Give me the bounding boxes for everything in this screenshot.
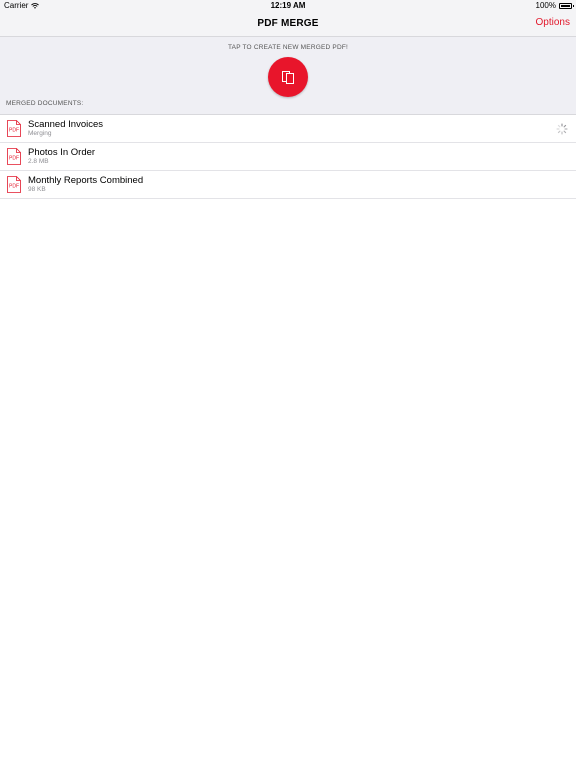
pdf-file-icon: PDF [7, 148, 21, 165]
page-title: PDF MERGE [257, 18, 319, 29]
battery-percent: 100% [535, 1, 556, 10]
document-size: 98 KB [28, 186, 46, 193]
svg-text:PDF: PDF [9, 184, 19, 190]
list-item[interactable]: PDF Scanned Invoices Merging [0, 115, 576, 143]
list-item[interactable]: PDF Photos In Order 2.8 MB [0, 143, 576, 171]
battery-icon [559, 2, 574, 9]
status-bar: Carrier 12:19 AM 100% [0, 0, 576, 12]
list-item[interactable]: PDF Monthly Reports Combined 98 KB [0, 171, 576, 199]
document-title: Scanned Invoices [28, 119, 103, 130]
pdf-file-icon: PDF [7, 176, 21, 193]
merge-documents-icon [282, 71, 294, 84]
app: Carrier 12:19 AM 100% PDF MERGE Options … [0, 0, 576, 768]
status-time: 12:19 AM [270, 1, 306, 10]
create-instruction: TAP TO CREATE NEW MERGED PDF! [227, 44, 349, 51]
svg-text:PDF: PDF [9, 156, 19, 162]
create-header: TAP TO CREATE NEW MERGED PDF! MERGED DOC… [0, 37, 576, 115]
document-list: PDF Scanned Invoices Merging PDF Photos … [0, 115, 576, 199]
loading-spinner-icon [556, 123, 568, 135]
nav-bar: PDF MERGE Options [0, 12, 576, 37]
svg-text:PDF: PDF [9, 128, 19, 134]
document-size: 2.8 MB [28, 158, 49, 165]
status-right: 100% [535, 1, 574, 10]
document-title: Photos In Order [28, 147, 96, 158]
document-status: Merging [28, 130, 52, 137]
section-label: MERGED DOCUMENTS: [6, 100, 84, 107]
create-merged-pdf-button[interactable] [268, 57, 308, 97]
options-button[interactable]: Options [536, 17, 570, 28]
pdf-file-icon: PDF [7, 120, 21, 137]
document-title: Monthly Reports Combined [28, 175, 144, 186]
